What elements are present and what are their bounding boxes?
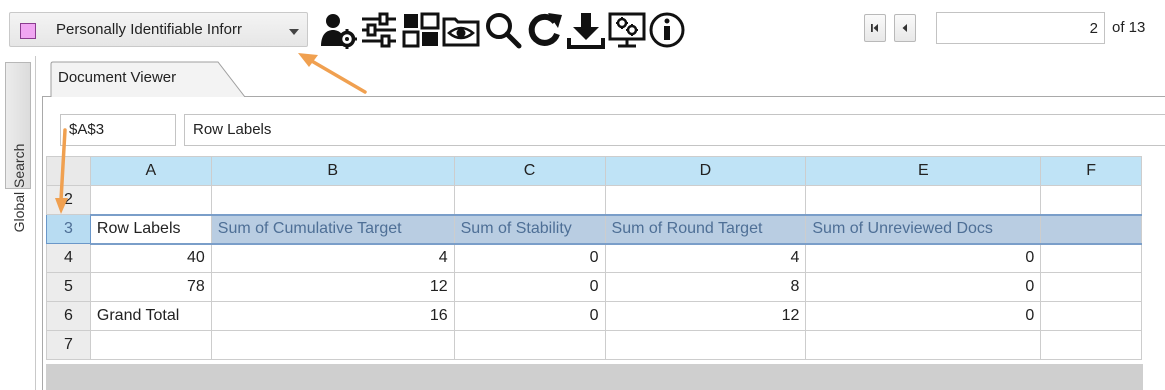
row-header[interactable]: 4 [46, 243, 91, 273]
active-cell[interactable]: Row Labels [89, 213, 212, 245]
cell[interactable] [1040, 272, 1142, 302]
cell[interactable] [805, 330, 1042, 360]
table-row: 7 [46, 330, 1142, 360]
cell[interactable]: 0 [453, 243, 606, 273]
cell[interactable] [1040, 185, 1142, 215]
cell[interactable]: 78 [89, 272, 212, 302]
cell[interactable]: 8 [604, 272, 807, 302]
table-row: 2 [46, 185, 1142, 215]
grid-empty-area [46, 364, 1143, 390]
download-icon[interactable] [566, 10, 606, 50]
page-number-input[interactable] [936, 12, 1105, 44]
tab-document-viewer[interactable]: Document Viewer [50, 61, 246, 97]
column-header-e[interactable]: E [805, 156, 1042, 186]
toolbar: Personally Identifiable Inforr 2 of 13 [0, 0, 1165, 56]
spreadsheet-grid: A B C D E F 2 3 Row Labels Sum of Cumula… [46, 156, 1142, 366]
sliders-icon[interactable] [359, 10, 399, 50]
monitor-gears-icon[interactable] [607, 10, 647, 50]
cell[interactable]: 4 [604, 243, 807, 273]
column-header-d[interactable]: D [604, 156, 807, 186]
cell[interactable] [89, 330, 212, 360]
cell[interactable] [1040, 330, 1142, 360]
cell[interactable]: 16 [210, 301, 455, 331]
previous-page-button[interactable] [894, 14, 916, 42]
global-search-tab[interactable]: Global Search [5, 62, 31, 232]
info-icon[interactable] [647, 10, 687, 50]
search-icon[interactable] [483, 10, 523, 50]
cell[interactable] [604, 185, 807, 215]
column-header-row: A B C D E F [46, 156, 1142, 186]
select-all-corner[interactable] [46, 156, 91, 186]
cell[interactable]: 4 [210, 243, 455, 273]
person-gear-icon[interactable] [318, 10, 358, 50]
profile-color-swatch [20, 23, 36, 39]
cell[interactable]: Sum of Stability [453, 213, 606, 245]
table-row: 5 78 12 0 8 0 [46, 272, 1142, 302]
global-search-label: Global Search [11, 143, 27, 233]
preview-eye-icon[interactable] [441, 10, 481, 50]
cell[interactable] [89, 185, 212, 215]
cell[interactable]: 12 [604, 301, 807, 331]
cell[interactable] [604, 330, 807, 360]
row-header[interactable]: 6 [46, 301, 91, 331]
cell[interactable] [210, 330, 455, 360]
cell[interactable]: 40 [89, 243, 212, 273]
arrow-to-profile-dropdown [298, 53, 367, 94]
cell[interactable]: Grand Total [89, 301, 212, 331]
column-header-a[interactable]: A [89, 156, 212, 186]
cell[interactable]: 0 [453, 301, 606, 331]
cell[interactable] [453, 330, 606, 360]
cell[interactable]: Sum of Round Target [604, 213, 807, 245]
formula-bar[interactable]: Row Labels [184, 114, 1165, 146]
previous-page-icon [902, 24, 907, 32]
profile-dropdown-value: Personally Identifiable Inforr [56, 21, 242, 38]
column-header-c[interactable]: C [453, 156, 606, 186]
profile-dropdown[interactable]: Personally Identifiable Inforr [9, 12, 308, 47]
cell[interactable]: 0 [805, 272, 1042, 302]
table-row: 4 40 4 0 4 0 [46, 243, 1142, 273]
refresh-icon[interactable] [524, 10, 564, 50]
first-page-icon [871, 24, 878, 32]
column-header-f[interactable]: F [1040, 156, 1142, 186]
cell[interactable]: 12 [210, 272, 455, 302]
cell[interactable]: 0 [805, 301, 1042, 331]
row-header[interactable]: 7 [46, 330, 91, 360]
cell[interactable]: Sum of Cumulative Target [210, 213, 455, 245]
cell[interactable] [1040, 243, 1142, 273]
page-total-label: of 13 [1112, 19, 1146, 36]
tab-label: Document Viewer [58, 69, 177, 86]
layout-grid-icon[interactable] [401, 10, 441, 50]
chevron-down-icon [289, 29, 299, 35]
cell-reference-box[interactable]: $A$3 [60, 114, 176, 146]
cell[interactable] [805, 185, 1042, 215]
cell[interactable]: Sum of Unreviewed Docs [805, 213, 1042, 245]
first-page-button[interactable] [864, 14, 886, 42]
cell[interactable]: 0 [805, 243, 1042, 273]
pager: of 13 [854, 12, 1165, 46]
row-header[interactable]: 2 [46, 185, 91, 215]
row-header[interactable]: 5 [46, 272, 91, 302]
cell[interactable] [210, 185, 455, 215]
table-row: 6 Grand Total 16 0 12 0 [46, 301, 1142, 331]
table-row-selected: 3 Row Labels Sum of Cumulative Target Su… [46, 213, 1142, 245]
cell[interactable] [453, 185, 606, 215]
cell[interactable] [1040, 301, 1142, 331]
column-header-b[interactable]: B [210, 156, 455, 186]
cell[interactable]: 0 [453, 272, 606, 302]
row-header[interactable]: 3 [46, 214, 91, 244]
cell[interactable] [1040, 213, 1142, 245]
